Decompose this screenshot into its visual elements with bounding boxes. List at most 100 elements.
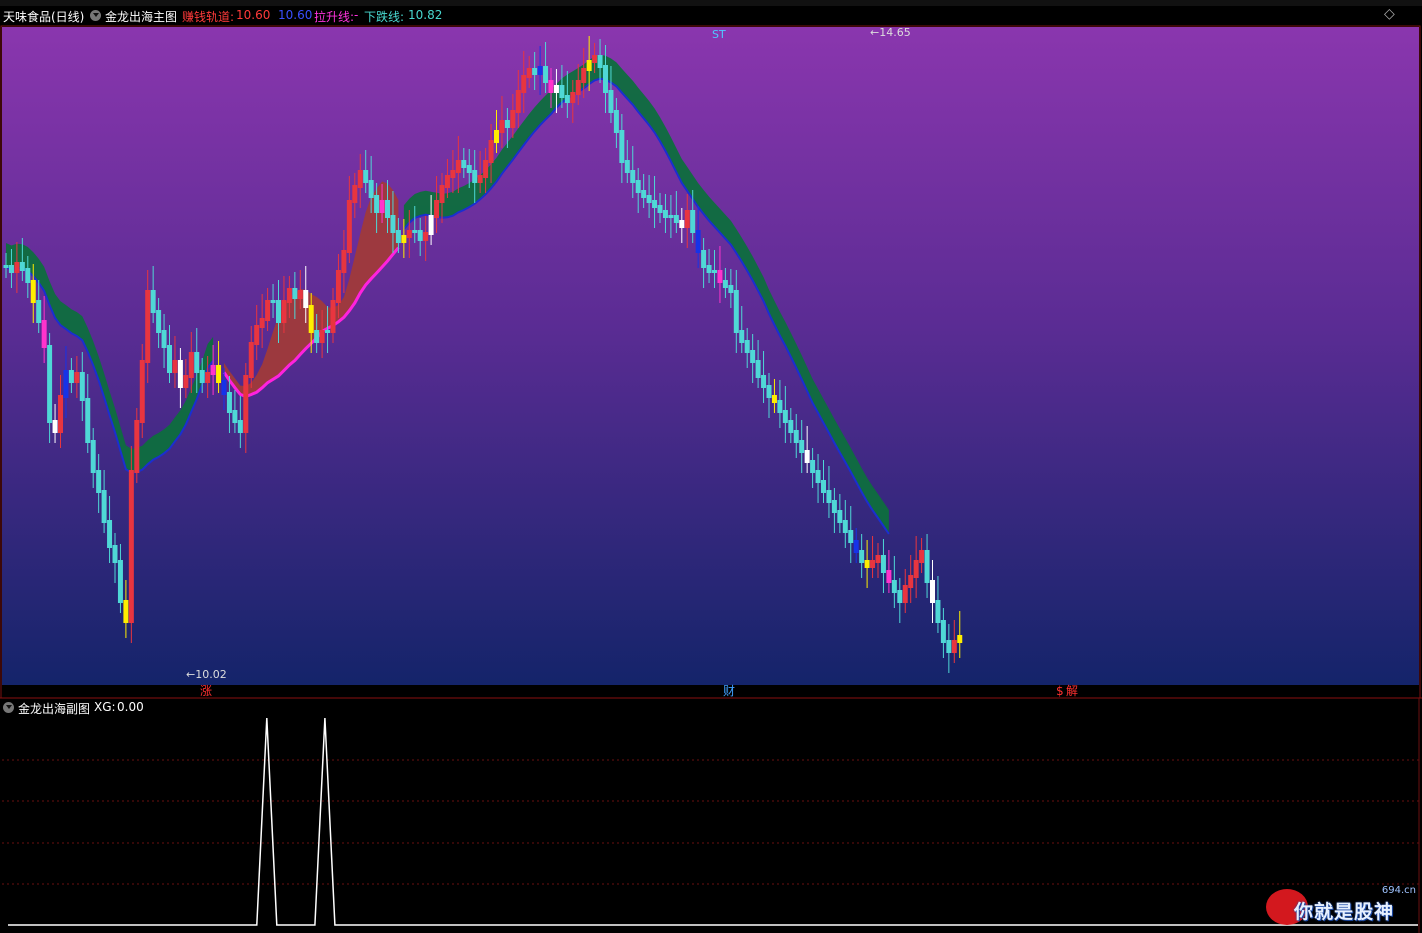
- candle-body: [167, 345, 172, 373]
- candle-body: [145, 290, 151, 363]
- candle-body: [346, 200, 352, 253]
- candle-body: [821, 480, 826, 493]
- candle-body: [815, 470, 821, 483]
- dropdown-circle-icon[interactable]: [3, 702, 14, 713]
- candle-body: [684, 210, 690, 228]
- candle-body: [630, 170, 636, 183]
- candle-body: [657, 205, 663, 213]
- candle-body: [455, 160, 461, 173]
- candle-body: [450, 170, 456, 178]
- candle-body: [603, 65, 608, 93]
- candle-body: [919, 550, 925, 563]
- candle-body: [826, 490, 832, 503]
- candle-body: [248, 342, 254, 378]
- candle-body: [853, 540, 859, 553]
- candle-body: [412, 230, 418, 233]
- candle-body: [281, 300, 287, 323]
- candle-body: [504, 120, 510, 128]
- candle-body: [543, 66, 549, 83]
- xg-value: 0.00: [117, 700, 144, 714]
- candle-body: [793, 430, 799, 443]
- candle-body: [575, 80, 581, 95]
- event-marker: 财: [723, 684, 735, 698]
- fall-label: 下跌线:: [364, 10, 405, 24]
- candle-body: [510, 110, 516, 128]
- candle-body: [216, 365, 222, 383]
- candle-body: [390, 215, 396, 233]
- dropdown-circle-icon[interactable]: [90, 10, 101, 21]
- candle-body: [25, 268, 31, 283]
- candle-body: [488, 140, 494, 163]
- candle-body: [276, 300, 281, 323]
- candle-body: [777, 400, 783, 413]
- candle-body: [842, 520, 848, 533]
- candle-body: [58, 395, 63, 433]
- candle-body: [406, 230, 412, 238]
- collapse-icon[interactable]: ◇: [1384, 6, 1395, 22]
- candle-body: [401, 235, 407, 243]
- candle-body: [3, 265, 9, 268]
- candle-body: [177, 360, 183, 388]
- xg-signal-line: [8, 717, 1418, 926]
- candle-body: [477, 175, 483, 183]
- candle-body: [461, 160, 467, 168]
- candle-body: [243, 375, 249, 433]
- xg-label: XG:: [94, 700, 116, 714]
- candle-body: [592, 55, 598, 63]
- candle-body: [483, 160, 489, 178]
- candle-body: [788, 420, 794, 433]
- candle-body: [150, 290, 156, 313]
- candle-body: [19, 262, 25, 271]
- orbit-value: 10.60: [236, 8, 271, 22]
- candle-body: [63, 370, 69, 398]
- candle-body: [374, 195, 380, 213]
- candle-body: [750, 350, 756, 363]
- candle-body: [232, 410, 238, 423]
- candle-body: [924, 550, 930, 583]
- sub-indicator-name[interactable]: 金龙出海副图: [18, 700, 90, 717]
- candle-body: [363, 170, 369, 183]
- candle-body: [254, 325, 260, 345]
- candle-body: [880, 555, 886, 573]
- candle-body: [662, 210, 668, 218]
- candle-body: [635, 180, 641, 193]
- candle-body: [341, 250, 347, 273]
- candle-body: [434, 200, 440, 218]
- candle-body: [14, 262, 20, 273]
- fall-value: 10.82: [408, 8, 443, 22]
- candle-body: [930, 580, 935, 603]
- candle-body: [652, 200, 658, 208]
- candle-body: [837, 510, 843, 523]
- candle-body: [385, 200, 390, 218]
- candle-body: [570, 92, 576, 103]
- candle-body: [564, 95, 570, 103]
- candle-body: [744, 340, 750, 353]
- candle-body: [771, 395, 777, 403]
- candle-body: [897, 590, 903, 603]
- candle-body: [139, 360, 145, 423]
- candle-body: [526, 68, 532, 78]
- candle-body: [444, 175, 450, 188]
- candle-body: [52, 420, 58, 433]
- candle-body: [205, 372, 211, 383]
- candle-body: [717, 270, 723, 283]
- candle-body: [194, 352, 200, 373]
- candle-body: [303, 290, 309, 308]
- high-price-marker: ←14.65: [870, 26, 911, 39]
- candle-body: [494, 130, 499, 143]
- candle-body: [690, 210, 696, 233]
- event-marker: 解: [1066, 684, 1078, 698]
- candle-body: [8, 265, 14, 273]
- candle-body: [90, 440, 96, 473]
- candle-body: [891, 580, 897, 593]
- stock-title[interactable]: 天味食品(日线): [3, 8, 84, 25]
- candle-body: [428, 215, 434, 235]
- candle-body: [96, 470, 102, 493]
- candle-body: [913, 560, 919, 578]
- candle-body: [908, 575, 914, 588]
- indicator-name[interactable]: 金龙出海主图: [105, 8, 177, 25]
- candle-body: [107, 520, 113, 548]
- price-chart[interactable]: ←14.65 ←10.02 ST 涨 财 $ 解: [0, 0, 1422, 933]
- candle-body: [831, 500, 837, 513]
- candle-body: [597, 55, 603, 68]
